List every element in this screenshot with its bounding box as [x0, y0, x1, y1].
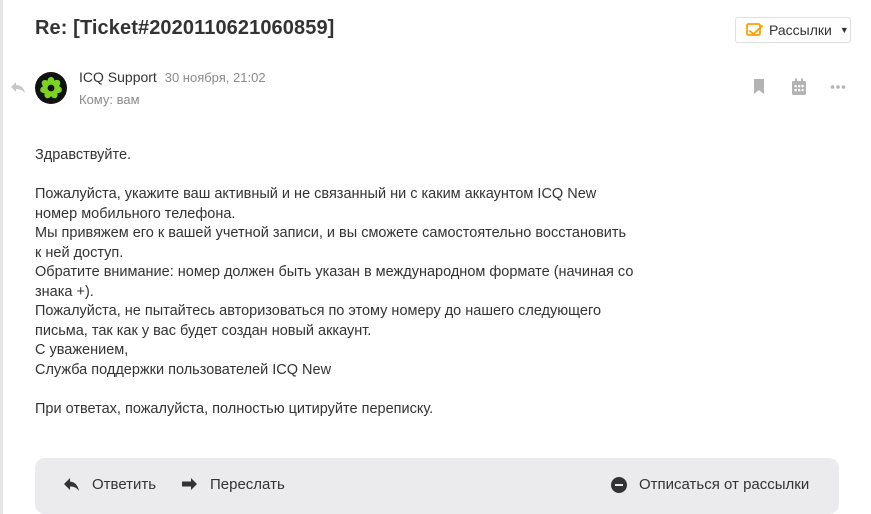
more-dots-icon[interactable]: [830, 78, 846, 96]
minus-circle-icon: [611, 476, 627, 493]
icq-flower-icon: [40, 76, 62, 99]
body-line: Обратите внимание: номер должен быть ука…: [35, 264, 634, 300]
to-label: Кому:: [79, 92, 113, 107]
message-date: 30 ноября, 21:02: [164, 70, 266, 85]
bookmark-icon[interactable]: [752, 78, 766, 96]
message-action-bar: Ответить Переслать Отписаться от рассылк…: [35, 458, 839, 514]
body-line: Мы привяжем его к вашей учетной записи, …: [35, 225, 627, 261]
left-border: [0, 0, 3, 514]
folder-dropdown[interactable]: Рассылки ▼: [735, 17, 851, 43]
calendar-icon[interactable]: [791, 78, 807, 96]
body-blank-line: [35, 380, 635, 400]
newsletter-folder-icon: [746, 22, 764, 38]
reply-button-label: Ответить: [92, 476, 157, 493]
unsubscribe-button-label: Отписаться от рассылки: [639, 476, 810, 493]
message-body: Здравствуйте. Пожалуйста, укажите ваш ак…: [35, 146, 635, 419]
unsubscribe-button[interactable]: Отписаться от рассылки: [611, 476, 809, 493]
folder-label: Рассылки: [769, 22, 832, 38]
reply-button[interactable]: Ответить: [63, 476, 156, 493]
body-line: При ответах, пожалуйста, полностью цитир…: [35, 400, 434, 417]
body-line: С уважением,: [35, 342, 129, 358]
body-line: Служба поддержки пользователей ICQ New: [35, 361, 332, 378]
sender-line: ICQ Support 30 ноября, 21:02: [79, 69, 266, 85]
reply-icon: [64, 478, 79, 491]
recipient-line: Кому: вам: [79, 92, 140, 107]
forward-button[interactable]: Переслать: [181, 476, 285, 493]
body-blank-line: [35, 166, 635, 186]
chevron-down-icon: ▼: [839, 25, 849, 35]
body-line: Здравствуйте.: [35, 147, 132, 163]
reply-arrow-icon: [10, 80, 26, 94]
to-value: вам: [116, 92, 140, 107]
forward-icon: [182, 478, 197, 490]
sender-name[interactable]: ICQ Support: [79, 69, 157, 85]
avatar[interactable]: [35, 72, 67, 104]
body-line: Пожалуйста, укажите ваш активный и не св…: [35, 186, 597, 222]
forward-button-label: Переслать: [210, 476, 285, 493]
body-line: Пожалуйста, не пытайтесь авторизоваться …: [35, 303, 602, 339]
email-subject: Re: [Ticket#2020110621060859]: [35, 17, 335, 39]
